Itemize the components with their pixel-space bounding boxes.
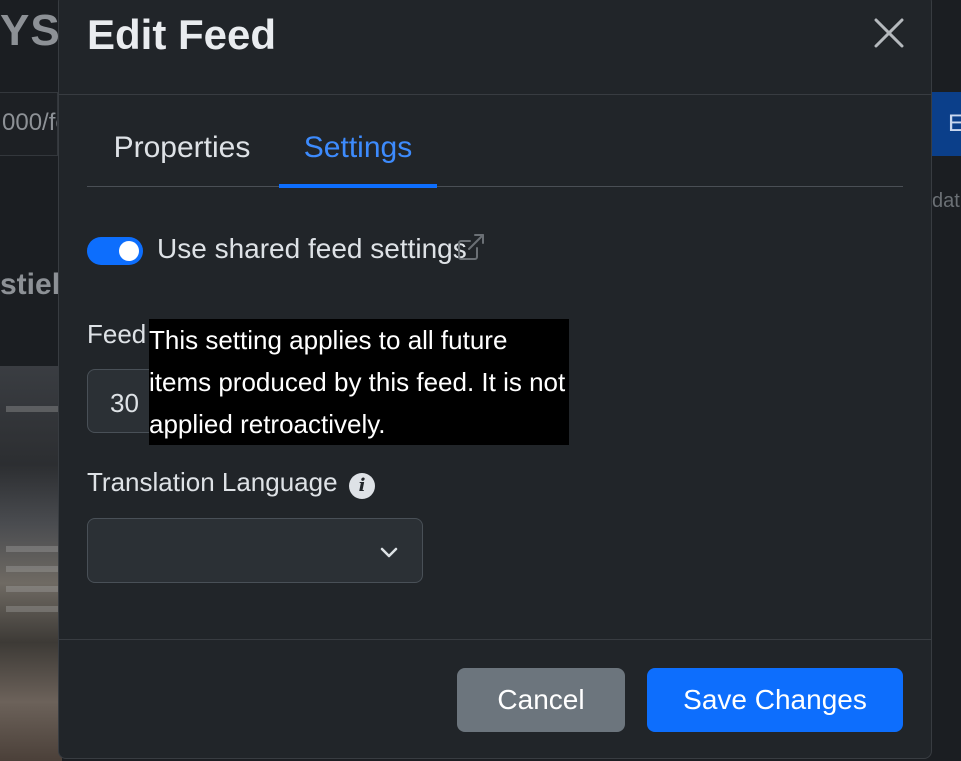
shared-settings-toggle[interactable] bbox=[87, 237, 143, 265]
toggle-knob bbox=[119, 241, 139, 261]
close-icon[interactable] bbox=[871, 15, 907, 51]
background-text: dat bbox=[932, 190, 960, 212]
translation-language-label: Translation Language bbox=[87, 467, 338, 497]
cancel-button[interactable]: Cancel bbox=[457, 668, 625, 732]
chevron-down-icon bbox=[380, 547, 398, 558]
background-thumbnail bbox=[0, 366, 62, 761]
feed-field-label: Feed bbox=[87, 319, 147, 349]
translation-language-select[interactable] bbox=[87, 518, 423, 583]
edit-feed-modal: Edit Feed Properties Settings Use shared… bbox=[58, 0, 932, 759]
modal-title: Edit Feed bbox=[87, 11, 277, 58]
feed-number-input[interactable]: 30 bbox=[87, 369, 157, 433]
background-button: E bbox=[932, 92, 961, 156]
modal-footer: Cancel Save Changes bbox=[59, 639, 931, 760]
background-title: stiel bbox=[0, 268, 61, 301]
tab-bar: Properties Settings bbox=[87, 121, 903, 188]
tab-properties[interactable]: Properties bbox=[87, 121, 277, 187]
modal-header: Edit Feed bbox=[59, 0, 931, 95]
tab-settings[interactable]: Settings bbox=[279, 121, 437, 188]
shared-settings-label: Use shared feed settings bbox=[157, 233, 467, 264]
external-link-icon[interactable] bbox=[455, 231, 487, 263]
background-brand: YS bbox=[0, 6, 61, 55]
info-icon[interactable]: i bbox=[349, 473, 375, 499]
background-url-field: 000/fe bbox=[0, 92, 58, 156]
tooltip: This setting applies to all future items… bbox=[149, 319, 569, 445]
save-changes-button[interactable]: Save Changes bbox=[647, 668, 903, 732]
